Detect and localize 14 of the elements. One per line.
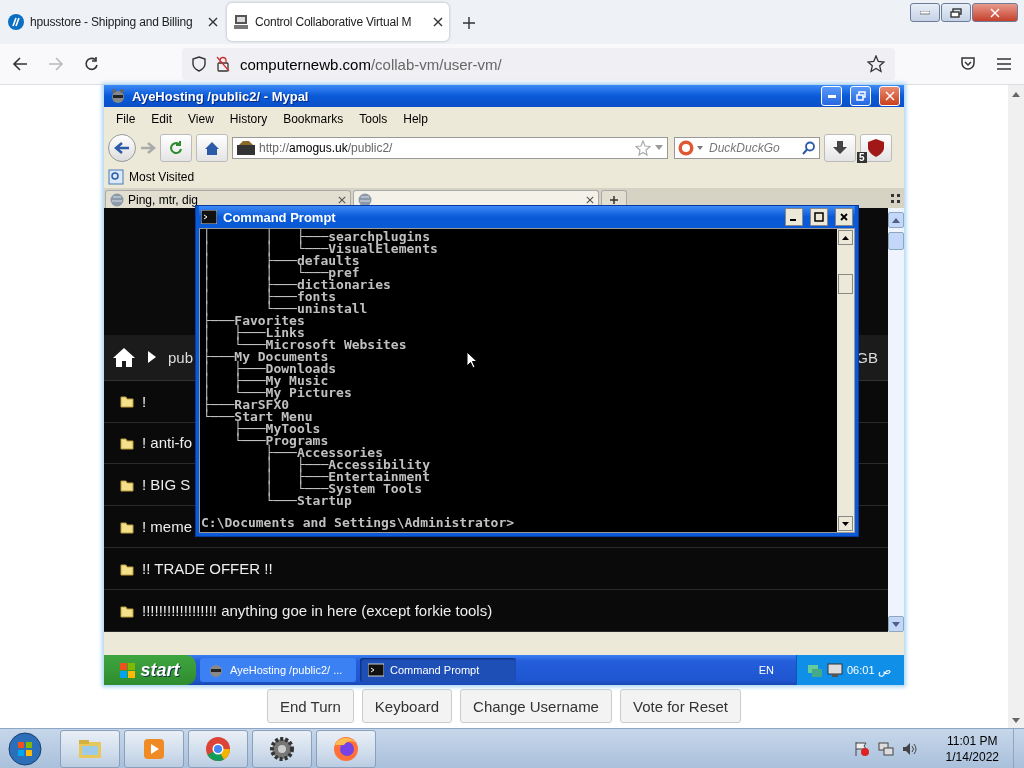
tab-title: Ping, mtr, dig — [128, 192, 200, 207]
url-text: computernewb.com/collab-vm/user-vm/ — [240, 55, 503, 73]
url-text: http://amogus.uk/public2/ — [259, 140, 394, 155]
folder-name: !!!!!!!!!!!!!!!!!! anything goe in here (except forkie tools) — [142, 602, 493, 620]
folder-name: ! BIG S — [142, 476, 191, 494]
count-badge: 5 — [857, 151, 867, 163]
console-line: ├───MyTools — [233, 423, 321, 435]
folder-name: ! meme — [142, 518, 192, 536]
clock: 06:01 ص — [847, 663, 891, 677]
window-title: Command Prompt — [223, 209, 337, 225]
folder-name: !! TRADE OFFER !! — [142, 560, 273, 578]
folder-name: ! — [142, 392, 147, 410]
folder-name: ! anti-fo — [142, 434, 193, 452]
window-title: AyeHosting /public2/ - Mypal — [132, 88, 310, 104]
